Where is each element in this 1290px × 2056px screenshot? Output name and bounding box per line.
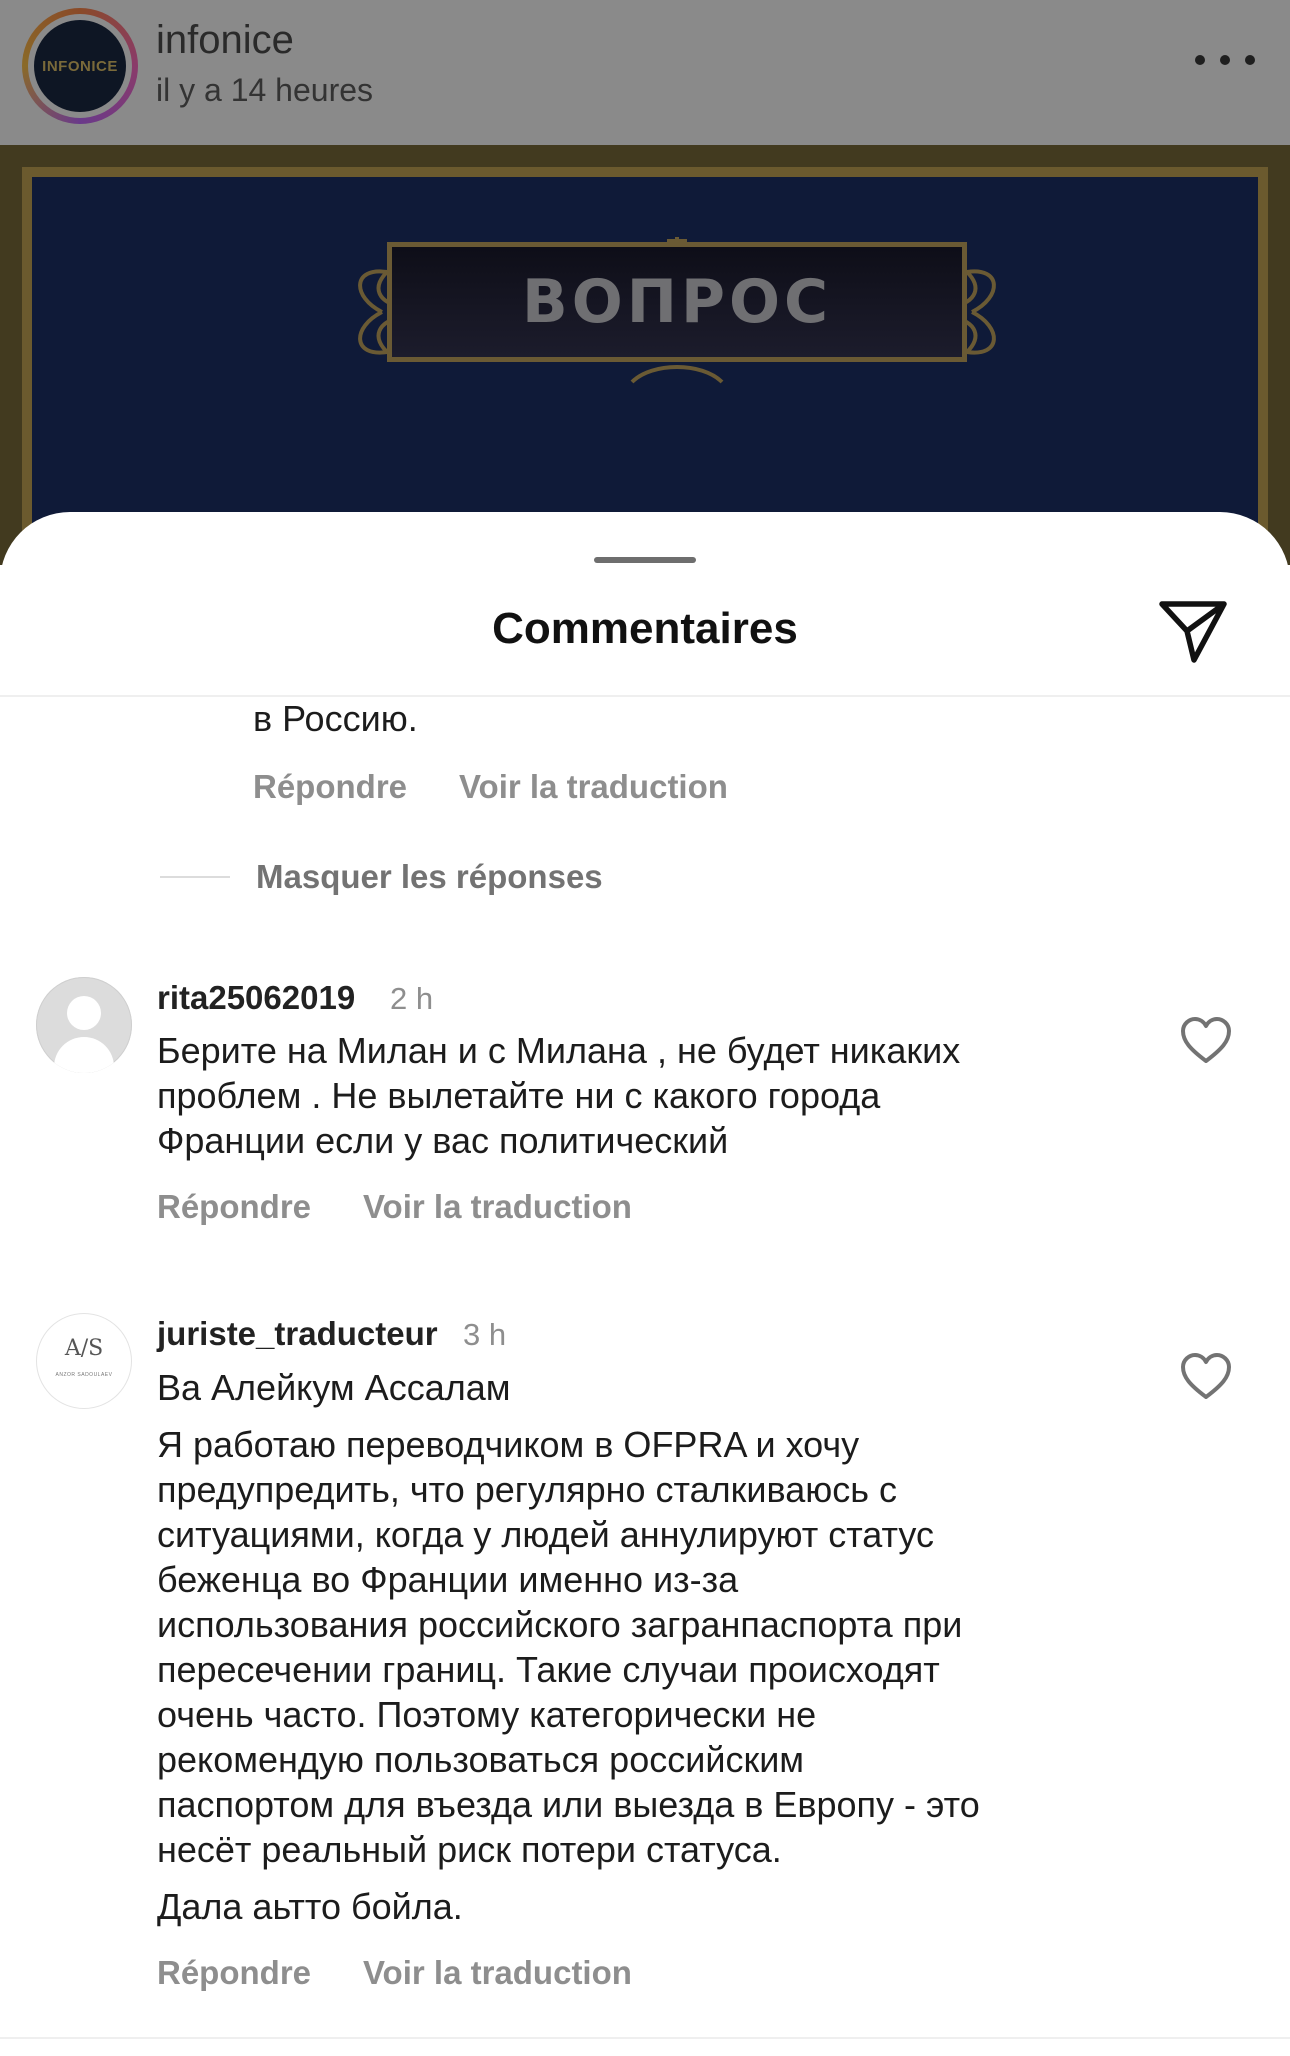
avatar-logo-text: INFONICE	[42, 57, 118, 75]
screen: INFONICE infonice il y a 14 heures ВОПРО…	[0, 0, 1290, 2056]
comment-username[interactable]: rita25062019	[157, 979, 355, 1017]
comment-timestamp: 2 h	[390, 981, 434, 1016]
post-author-avatar[interactable]: INFONICE	[22, 8, 138, 124]
comment-username[interactable]: juriste_traducteur	[157, 1315, 438, 1353]
reply-button[interactable]: Répondre	[157, 1188, 311, 1226]
avatar-monogram: A/S	[64, 1336, 104, 1361]
more-options-icon[interactable]	[1195, 40, 1255, 80]
see-translation-button[interactable]: Voir la traduction	[459, 768, 728, 806]
commenter-avatar[interactable]	[36, 977, 132, 1073]
comment-text-line: Дала аьтто бойла.	[157, 1886, 463, 1927]
question-plaque: ВОПРОС	[387, 242, 967, 362]
comment-text-line: рекомендую пользоваться российским	[157, 1739, 805, 1780]
comment-timestamp: 3 h	[463, 1317, 507, 1352]
comment-text-line: Я работаю переводчиком в OFPRA и хочу	[157, 1424, 860, 1465]
comment-text-line: ситуациями, когда у людей аннулируют ста…	[157, 1514, 935, 1555]
header-divider	[0, 695, 1290, 697]
comments-sheet: Commentaires в Россию. Répondre Voir la …	[0, 512, 1290, 2056]
reply-button[interactable]: Répondre	[253, 768, 407, 806]
like-heart-icon[interactable]	[1180, 1017, 1232, 1065]
post-image[interactable]: ВОПРОС	[0, 145, 1290, 587]
comment-text-line: Ва Алейкум Ассалам	[157, 1367, 511, 1408]
like-heart-icon[interactable]	[1180, 1353, 1232, 1401]
comment-text-line: проблем . Не вылетайте ни с какого город…	[157, 1075, 881, 1116]
commenter-avatar[interactable]: A/S ANZOR SADOULAEV	[36, 1313, 132, 1409]
hide-replies-button[interactable]: Masquer les réponses	[256, 858, 603, 896]
see-translation-button[interactable]: Voir la traduction	[363, 1954, 632, 1992]
post-header: INFONICE infonice il y a 14 heures	[0, 0, 1290, 145]
comment-text-line: очень часто. Поэтому категорически не	[157, 1694, 817, 1735]
sheet-grabber[interactable]	[594, 557, 696, 563]
reply-text-tail: в Россию.	[253, 698, 418, 739]
comment-text-line: несёт реальный риск потери статуса.	[157, 1829, 782, 1870]
replies-divider	[160, 876, 230, 878]
share-send-icon[interactable]	[1156, 594, 1230, 668]
comment-text-line: использования российского загранпаспорта…	[157, 1604, 963, 1645]
post-timestamp: il y a 14 heures	[156, 72, 374, 108]
comment-text-line: Франции если у вас политический	[157, 1120, 729, 1161]
post-username[interactable]: infonice	[156, 18, 294, 63]
comment-text-line: пересечении границ. Такие случаи происхо…	[157, 1649, 940, 1690]
see-translation-button[interactable]: Voir la traduction	[363, 1188, 632, 1226]
comment-text-line: паспортом для въезда или выезда в Европу…	[157, 1784, 980, 1825]
plaque-title: ВОПРОС	[522, 267, 832, 337]
avatar-logo: INFONICE	[34, 20, 126, 112]
comment-input-divider	[0, 2037, 1290, 2039]
comment-text-line: беженца во Франции именно из-за	[157, 1559, 739, 1600]
sheet-title: Commentaires	[492, 604, 798, 653]
reply-button[interactable]: Répondre	[157, 1954, 311, 1992]
comment-text-line: предупредить, что регулярно сталкиваюсь …	[157, 1469, 898, 1510]
comment-text-line: Берите на Милан и с Милана , не будет ни…	[157, 1030, 961, 1071]
avatar-monogram-caption: ANZOR SADOULAEV	[55, 1372, 113, 1378]
